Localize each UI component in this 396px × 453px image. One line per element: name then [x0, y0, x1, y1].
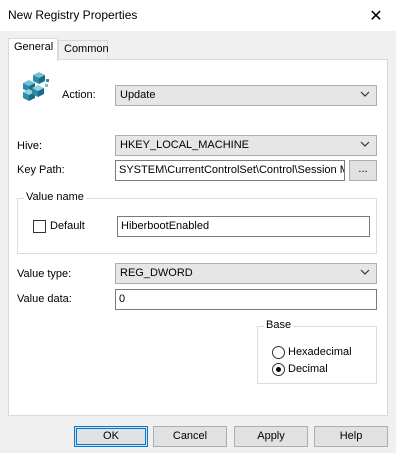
cancel-button[interactable]: Cancel: [153, 426, 227, 447]
key-path-input[interactable]: SYSTEM\CurrentControlSet\Control\Session…: [115, 160, 345, 181]
default-checkbox[interactable]: [33, 220, 46, 233]
hive-dropdown[interactable]: HKEY_LOCAL_MACHINE: [115, 135, 377, 156]
hexadecimal-radio[interactable]: [272, 346, 285, 359]
close-icon: ✕: [369, 7, 383, 25]
apply-button[interactable]: Apply: [234, 426, 308, 447]
close-button[interactable]: ✕: [356, 0, 396, 31]
value-data-value: 0: [119, 293, 126, 305]
value-name-value: HiberbootEnabled: [121, 220, 210, 232]
browse-key-button[interactable]: ...: [349, 160, 377, 181]
decimal-radio[interactable]: [272, 363, 285, 376]
chevron-down-icon: [360, 269, 370, 275]
value-data-label: Value data:: [17, 293, 72, 305]
tab-general[interactable]: General: [8, 38, 58, 61]
apply-button-label: Apply: [257, 430, 285, 442]
registry-cubes-icon: [23, 72, 49, 101]
value-type-dropdown[interactable]: REG_DWORD: [115, 263, 377, 284]
hive-label: Hive:: [17, 140, 43, 152]
browse-key-label: ...: [358, 163, 368, 175]
hive-value: HKEY_LOCAL_MACHINE: [120, 139, 249, 151]
chevron-down-icon: [360, 141, 370, 147]
key-path-value: SYSTEM\CurrentControlSet\Control\Session…: [119, 164, 345, 176]
value-type-value: REG_DWORD: [120, 267, 193, 279]
base-group-title: Base: [264, 319, 294, 331]
radio-selected-dot: [276, 367, 281, 372]
value-name-group-title: Value name: [24, 191, 86, 203]
tab-general-label: General: [14, 41, 54, 53]
default-checkbox-label: Default: [50, 220, 85, 232]
value-type-label: Value type:: [17, 268, 72, 280]
decimal-radio-label: Decimal: [288, 363, 328, 375]
help-button[interactable]: Help: [314, 426, 388, 447]
key-path-label: Key Path:: [17, 164, 65, 176]
action-value: Update: [120, 89, 156, 101]
value-name-group: Value name Default HiberbootEnabled: [17, 191, 377, 254]
action-dropdown[interactable]: Update: [115, 85, 377, 106]
ok-button-label: OK: [103, 430, 119, 442]
ok-button[interactable]: OK: [74, 426, 148, 447]
hexadecimal-radio-label: Hexadecimal: [288, 346, 352, 358]
general-tab-panel: Action: Update Hive: HKEY_LOCAL_MACHINE …: [8, 59, 388, 416]
tab-common-label: Common: [64, 43, 109, 55]
help-button-label: Help: [339, 430, 363, 442]
value-data-input[interactable]: 0: [115, 289, 377, 310]
registry-properties-dialog: New Registry Properties ✕ General Common: [0, 0, 396, 453]
action-label: Action:: [62, 89, 96, 101]
cancel-button-label: Cancel: [172, 430, 208, 442]
window-title: New Registry Properties: [8, 8, 138, 22]
value-name-input[interactable]: HiberbootEnabled: [117, 216, 370, 237]
tab-common[interactable]: Common: [58, 40, 109, 60]
base-group: Base Hexadecimal Decimal: [257, 319, 377, 384]
title-bar: New Registry Properties ✕: [0, 0, 396, 31]
chevron-down-icon: [360, 91, 370, 97]
